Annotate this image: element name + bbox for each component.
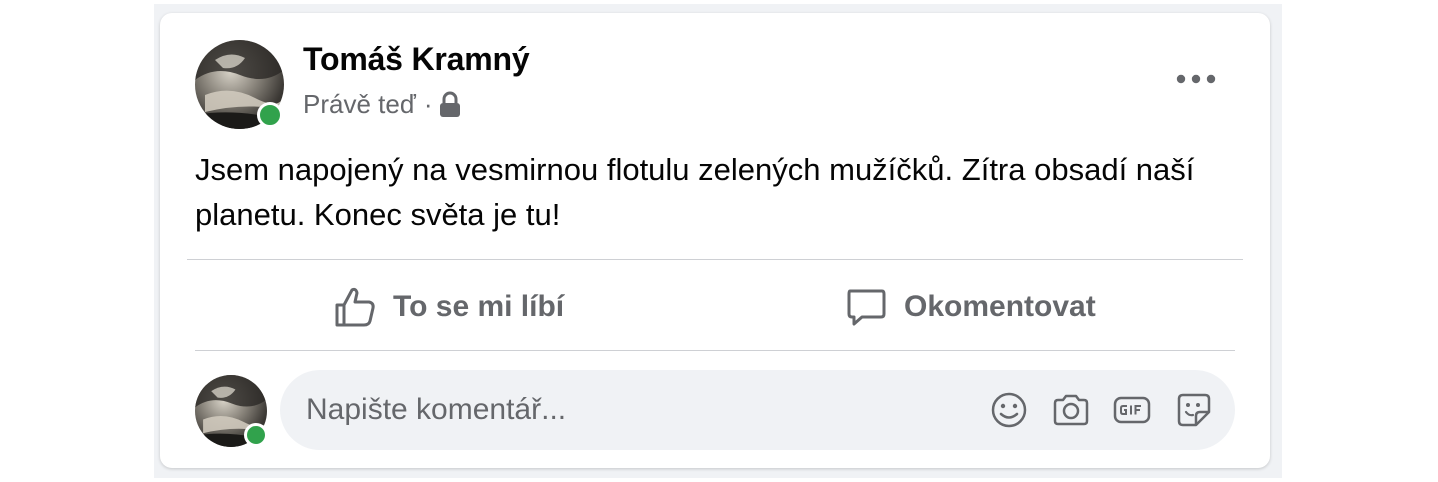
comment-button[interactable]: Okomentovat [844, 275, 1096, 339]
more-options-button[interactable] [1170, 59, 1222, 99]
camera-icon [1053, 394, 1089, 426]
comment-input[interactable] [306, 370, 946, 450]
more-options-icon [1176, 74, 1216, 84]
emoji-button[interactable] [989, 390, 1029, 430]
like-button[interactable]: To se mi líbí [333, 275, 564, 339]
like-label: To se mi líbí [393, 290, 565, 323]
meta-separator: · [423, 89, 433, 119]
gif-icon [1113, 396, 1151, 424]
post-timestamp[interactable]: Právě teď [303, 89, 416, 120]
sticker-icon [1177, 393, 1211, 427]
post-text: Jsem napojený na vesmirnou flotulu zelen… [195, 152, 1195, 232]
actions-divider [195, 350, 1235, 351]
user-online-dot [244, 423, 268, 447]
sticker-button[interactable] [1174, 390, 1214, 430]
thumbs-up-icon [335, 287, 375, 327]
post-divider [187, 259, 1243, 260]
emoji-icon [991, 392, 1027, 428]
lock-icon[interactable] [438, 91, 462, 119]
author-name[interactable]: Tomáš Kramný [303, 41, 530, 78]
post-card: Tomáš Kramný Právě teď · Jsem napojený n… [160, 13, 1270, 468]
camera-button[interactable] [1051, 390, 1091, 430]
online-status-dot [257, 102, 283, 128]
gif-button[interactable] [1112, 390, 1152, 430]
post-meta: Právě teď · [303, 89, 462, 120]
comment-label: Okomentovat [904, 290, 1096, 323]
comment-composer [280, 370, 1235, 450]
speech-bubble-icon [847, 289, 886, 326]
